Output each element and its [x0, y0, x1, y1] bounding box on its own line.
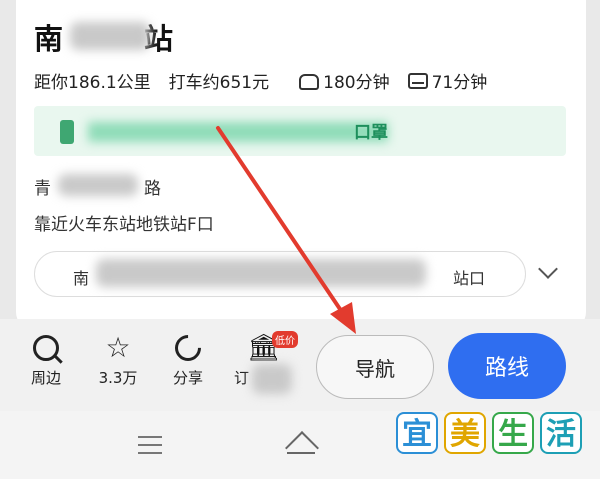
arrow-head	[330, 302, 356, 334]
annotation-arrow	[216, 126, 356, 334]
map-place-screen: 南站 距你186.1公里 打车约651元 180分钟 71分钟 口罩 青 路 靠…	[0, 0, 600, 479]
arrow-shaft	[216, 126, 348, 320]
